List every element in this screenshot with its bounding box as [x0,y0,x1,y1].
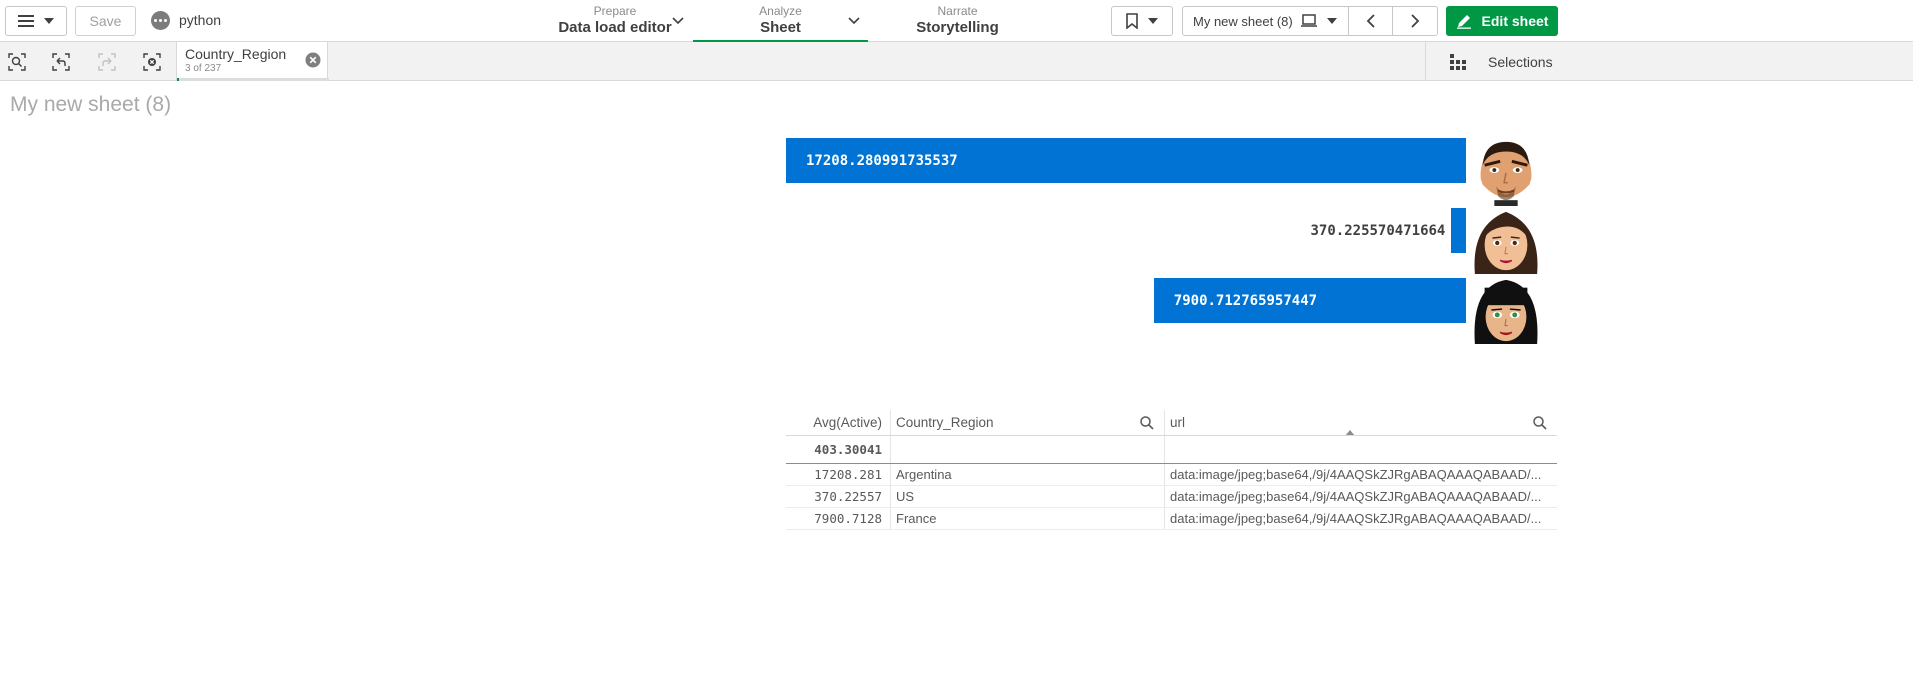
sort-ascending-icon [1345,430,1355,435]
chevron-down-icon[interactable] [848,17,860,25]
table-row[interactable]: 370.22557 US data:image/jpeg;base64,/9j/… [786,486,1557,508]
cell-url-text: data:image/jpeg;base64,/9j/4AAQSkZJRgABA… [1170,467,1542,482]
save-button[interactable]: Save [75,6,136,36]
cell-url-text: data:image/jpeg;base64,/9j/4AAQSkZJRgABA… [1170,489,1542,504]
bookmark-icon [1126,13,1138,29]
smart-search-icon[interactable] [6,51,28,73]
global-menu-button[interactable] [5,6,67,36]
table-row[interactable]: 7900.7128 France data:image/jpeg;base64,… [786,508,1557,530]
caret-down-icon [1326,18,1337,24]
cell-country-region[interactable]: France [890,508,1164,529]
nav-tab-narrate-caption: Narrate [937,4,978,18]
data-table[interactable]: Avg(Active) Country_Region url 403.30041… [786,410,1557,530]
step-forward-icon[interactable] [96,51,118,73]
column-header-url[interactable]: url [1164,410,1557,435]
nav-tab-prepare-caption: Prepare [593,4,637,18]
nav-tab-narrate-label: Storytelling [916,19,999,36]
male-avatar-icon [1479,140,1533,206]
app-icon [151,11,170,30]
previous-sheet-button[interactable] [1349,7,1393,35]
sheet-navigator: My new sheet (8) [1182,6,1438,36]
bar-value-label: 17208.280991735537 [806,153,958,169]
column-header-url-label: url [1170,415,1186,430]
total-avg-active: 403.30041 [814,442,882,457]
column-header-country-region-label: Country_Region [896,415,994,430]
cell-avg-active: 370.22557 [814,489,882,504]
chevron-down-icon[interactable] [672,17,684,25]
sheet-selector-label: My new sheet (8) [1193,13,1293,29]
caret-down-icon [1148,18,1158,24]
bar-value-label: 370.225570471664 [1310,223,1446,239]
selection-state-bar [177,78,329,81]
sheet-title: My new sheet (8) [10,93,172,116]
selection-chip-field: Country_Region [185,46,287,62]
nav-tab-analyze[interactable]: Analyze Sheet [693,0,868,42]
bar-us[interactable] [1451,208,1466,253]
cell-url: data:image/jpeg;base64,/9j/4AAQSkZJRgABA… [1164,486,1557,507]
selections-bar: Country_Region 3 of 237 Selections [0,42,1913,81]
search-icon[interactable] [1533,416,1547,430]
nav-tab-prepare-label: Data load editor [558,19,672,36]
edit-sheet-button[interactable]: Edit sheet [1446,6,1558,36]
next-sheet-button[interactable] [1393,7,1437,35]
pencil-icon [1456,15,1471,29]
hamburger-icon [18,15,34,27]
search-icon[interactable] [1140,416,1154,430]
selections-label: Selections [1488,53,1553,70]
cell-url: data:image/jpeg;base64,/9j/4AAQSkZJRgABA… [1164,464,1557,485]
selection-state-fill [177,78,179,81]
nav-tab-narrate[interactable]: Narrate Storytelling [880,0,1035,42]
bookmarks-button[interactable] [1111,6,1173,36]
nav-tab-analyze-label: Sheet [760,19,801,36]
total-country-region [890,436,1164,463]
selection-chip-count: 3 of 237 [185,63,222,74]
cell-country-region[interactable]: US [890,486,1164,507]
column-header-avg-active[interactable]: Avg(Active) [786,415,890,430]
table-header-row: Avg(Active) Country_Region url [786,410,1557,436]
bar-value-label: 7900.712765957447 [1173,293,1318,309]
sheet-selector[interactable]: My new sheet (8) [1183,7,1349,35]
total-url [1164,436,1557,463]
female-avatar-black-hair-icon [1473,279,1539,345]
chevron-right-icon [1410,14,1419,28]
clear-all-selections-icon[interactable] [141,51,163,73]
clear-selection-icon[interactable] [305,52,321,68]
cell-country-region[interactable]: Argentina [890,464,1164,485]
table-row[interactable]: 17208.281 Argentina data:image/jpeg;base… [786,464,1557,486]
cell-url: data:image/jpeg;base64,/9j/4AAQSkZJRgABA… [1164,508,1557,529]
nav-tab-analyze-caption: Analyze [759,4,802,18]
table-totals-row: 403.30041 [786,436,1557,464]
bar-chart[interactable]: 17208.280991735537 370.225570471664 7900.7… [786,130,1556,355]
cell-avg-active: 7900.7128 [814,511,882,526]
selection-chip-country-region[interactable]: Country_Region 3 of 237 [176,42,329,81]
edit-sheet-label: Edit sheet [1481,13,1549,29]
step-back-icon[interactable] [50,51,72,73]
caret-down-icon [44,18,54,24]
selections-grid-icon [1450,53,1466,70]
chevron-left-icon [1366,14,1375,28]
female-avatar-brown-hair-icon [1473,211,1539,275]
nav-tab-prepare[interactable]: Prepare Data load editor [540,0,690,42]
top-toolbar: Save python Prepare Data load editor Ana… [0,0,1913,42]
column-header-country-region[interactable]: Country_Region [890,410,1164,435]
cell-url-text: data:image/jpeg;base64,/9j/4AAQSkZJRgABA… [1170,511,1542,526]
app-name: python [179,12,222,28]
selections-tool[interactable]: Selections [1425,42,1913,81]
cell-avg-active: 17208.281 [814,467,882,482]
sheet-thumbnail-icon [1300,14,1317,27]
